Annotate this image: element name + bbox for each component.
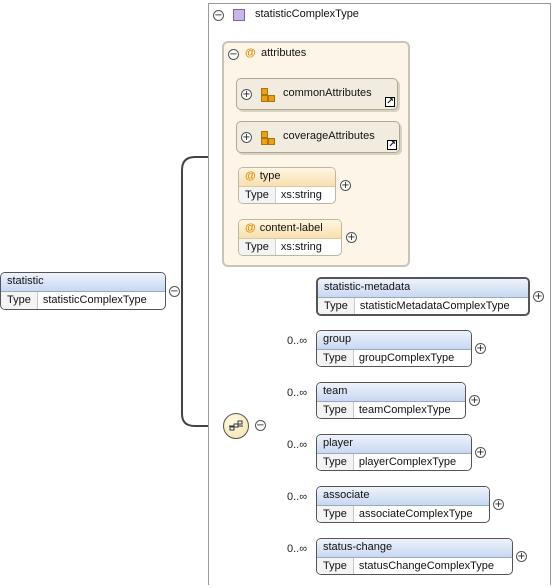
expand-status-change-toggle[interactable]: +	[516, 551, 527, 562]
element-name: player	[317, 435, 471, 454]
element-statistic-metadata[interactable]: statistic-metadata Type statisticMetadata…	[316, 277, 530, 316]
type-value: associateComplexType	[358, 508, 473, 520]
attribute-group-common-attributes[interactable]: + commonAttributes ↗	[236, 78, 398, 110]
complex-type-name: statisticComplexType	[255, 8, 359, 20]
element-group[interactable]: group Type groupComplexType	[316, 330, 472, 367]
type-value: xs:string	[280, 241, 322, 253]
element-name: statistic	[1, 273, 165, 292]
element-team[interactable]: team Type teamComplexType	[316, 382, 466, 419]
attribute-at-icon: @	[245, 222, 256, 234]
attribute-type[interactable]: @ type Type xs:string	[238, 167, 336, 204]
element-status-change[interactable]: status-change Type statusChangeComplexTyp…	[316, 538, 513, 575]
attribute-at-icon: @	[245, 170, 256, 182]
attributes-label: attributes	[261, 47, 307, 59]
type-key: Type	[317, 402, 354, 418]
type-value: xs:string	[280, 189, 322, 201]
element-name: status-change	[317, 539, 512, 558]
expand-associate-toggle[interactable]: +	[493, 499, 504, 510]
type-key: Type	[317, 454, 354, 470]
type-key: Type	[239, 239, 276, 255]
attribute-group-icon	[261, 88, 275, 102]
element-name: group	[317, 331, 471, 350]
collapse-root-toggle[interactable]: −	[169, 286, 180, 297]
collapse-sequence-toggle[interactable]: −	[255, 420, 266, 431]
root-element-statistic[interactable]: statistic Type statisticComplexType	[0, 272, 166, 310]
type-key: Type	[1, 292, 38, 309]
collapse-complex-type-toggle[interactable]: −	[213, 10, 224, 21]
type-value: groupComplexType	[358, 352, 455, 364]
element-name: statistic-metadata	[318, 279, 528, 298]
element-name: team	[317, 383, 465, 402]
type-value: statusChangeComplexType	[358, 560, 494, 572]
expand-common-attributes-toggle[interactable]: +	[241, 89, 252, 100]
expand-attribute-content-label-toggle[interactable]: +	[346, 232, 357, 243]
expand-group-toggle[interactable]: +	[475, 343, 486, 354]
element-player[interactable]: player Type playerComplexType	[316, 434, 472, 471]
type-key: Type	[317, 558, 354, 574]
complex-type-icon	[233, 9, 245, 21]
type-value: playerComplexType	[358, 456, 457, 468]
expand-statistic-metadata-toggle[interactable]: +	[533, 291, 544, 302]
element-name: associate	[317, 487, 489, 506]
attribute-content-label[interactable]: @ content-label Type xs:string	[238, 219, 342, 256]
type-key: Type	[318, 298, 355, 314]
reference-arrow-icon[interactable]: ↗	[385, 97, 395, 107]
collapse-attributes-toggle[interactable]: −	[228, 49, 239, 60]
attribute-group-label: coverageAttributes	[283, 130, 375, 142]
cardinality-label: 0..∞	[287, 439, 308, 451]
attribute-group-label: commonAttributes	[283, 87, 372, 99]
type-value: teamComplexType	[358, 404, 451, 416]
type-value: statisticComplexType	[42, 294, 147, 306]
attribute-name: type	[259, 170, 281, 182]
type-key: Type	[239, 187, 276, 203]
reference-arrow-icon[interactable]: ↗	[387, 140, 397, 150]
expand-team-toggle[interactable]: +	[469, 395, 480, 406]
attribute-group-coverage-attributes[interactable]: + coverageAttributes ↗	[236, 121, 400, 153]
sequence-compositor-icon[interactable]	[223, 413, 249, 439]
cardinality-label: 0..∞	[287, 387, 308, 399]
attribute-name: content-label	[259, 222, 323, 234]
expand-player-toggle[interactable]: +	[475, 447, 486, 458]
cardinality-label: 0..∞	[287, 543, 308, 555]
type-key: Type	[317, 350, 354, 366]
cardinality-label: 0..∞	[287, 491, 308, 503]
cardinality-label: 0..∞	[287, 335, 308, 347]
expand-coverage-attributes-toggle[interactable]: +	[241, 132, 252, 143]
type-key: Type	[317, 506, 354, 522]
expand-attribute-type-toggle[interactable]: +	[340, 180, 351, 191]
element-associate[interactable]: associate Type associateComplexType	[316, 486, 490, 523]
attributes-at-icon: @	[245, 47, 256, 59]
type-value: statisticMetadataComplexType	[359, 300, 510, 312]
attribute-group-icon	[261, 131, 275, 145]
